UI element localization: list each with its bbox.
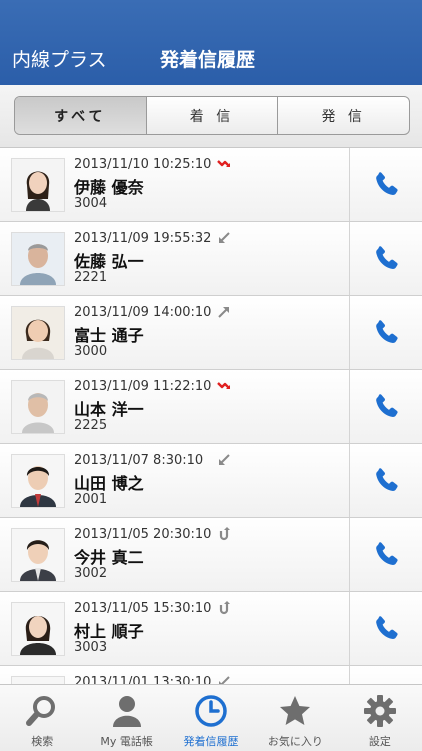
- call-direction-icon: [216, 156, 232, 172]
- tab-search[interactable]: 検索: [0, 685, 84, 751]
- avatar: [11, 158, 65, 212]
- call-direction-icon: [216, 304, 232, 320]
- search-icon: [24, 693, 60, 729]
- tab-label: 検索: [31, 735, 54, 748]
- call-history-row[interactable]: 2013/11/05 15:30:10 村上 順子 3003: [0, 592, 422, 666]
- call-history-row[interactable]: 2013/11/09 11:22:10 山本 洋一 2225: [0, 370, 422, 444]
- contact-name: 富士 通子: [74, 326, 144, 345]
- call-datetime: 2013/11/07 8:30:10: [74, 453, 204, 468]
- call-button[interactable]: [349, 666, 422, 684]
- tab-settings[interactable]: 設定: [338, 685, 422, 751]
- contacts-person-icon: [109, 693, 145, 729]
- call-button[interactable]: [349, 518, 422, 591]
- extension-number: 3000: [74, 344, 108, 359]
- call-history-row[interactable]: 2013/11/05 20:30:10 今井 真二 3002: [0, 518, 422, 592]
- call-history-row[interactable]: 2013/11/09 14:00:10 富士 通子 3000: [0, 296, 422, 370]
- contact-name: 今井 真二: [74, 548, 144, 567]
- avatar: [11, 380, 65, 434]
- avatar: [11, 232, 65, 286]
- contact-name: 山田 博之: [74, 474, 144, 493]
- segment-all[interactable]: すべて: [15, 97, 146, 134]
- call-button[interactable]: [349, 296, 422, 369]
- call-history-row[interactable]: 2013/11/07 8:30:10 山田 博之 2001: [0, 444, 422, 518]
- tab-label: 発着信履歴: [183, 735, 239, 748]
- call-history-row[interactable]: 2013/11/01 13:30:10: [0, 666, 422, 684]
- call-datetime: 2013/11/05 20:30:10: [74, 527, 212, 542]
- avatar: [11, 454, 65, 508]
- segment-incoming[interactable]: 着 信: [145, 97, 278, 134]
- tab-bar: 検索 My 電話帳 発着信履歴 お気に入り 設定: [0, 684, 422, 751]
- call-datetime: 2013/11/10 10:25:10: [74, 157, 212, 172]
- tab-my-phonebook[interactable]: My 電話帳: [84, 685, 168, 751]
- call-direction-icon: [216, 600, 232, 616]
- tab-label: 設定: [368, 735, 391, 748]
- call-button[interactable]: [349, 370, 422, 443]
- avatar: [11, 676, 65, 684]
- tab-favorites[interactable]: お気に入り: [253, 685, 337, 751]
- extension-number: 3004: [74, 196, 108, 211]
- header-bar: 内線プラス 発着信履歴: [0, 0, 422, 85]
- call-history-row[interactable]: 2013/11/10 10:25:10 伊藤 優奈 3004: [0, 148, 422, 222]
- extension-number: 2221: [74, 270, 108, 285]
- contact-name: 佐藤 弘一: [74, 252, 144, 271]
- call-direction-icon: [216, 230, 232, 246]
- avatar: [11, 306, 65, 360]
- avatar: [11, 602, 65, 656]
- contact-name: 伊藤 優奈: [74, 178, 144, 197]
- call-direction-icon: [216, 526, 232, 542]
- call-direction-icon: [216, 452, 232, 468]
- filter-segmented-control: すべて 着 信 発 信: [14, 96, 410, 135]
- call-direction-icon: [216, 378, 232, 394]
- tab-call-history[interactable]: 発着信履歴: [169, 685, 253, 751]
- call-button[interactable]: [349, 444, 422, 517]
- call-datetime: 2013/11/09 19:55:32: [74, 231, 212, 246]
- call-datetime: 2013/11/01 13:30:10: [74, 675, 212, 684]
- call-datetime: 2013/11/05 15:30:10: [74, 601, 212, 616]
- tab-label: お気に入り: [267, 735, 323, 748]
- tab-label: My 電話帳: [100, 735, 153, 748]
- call-direction-icon: [216, 674, 232, 684]
- call-history-row[interactable]: 2013/11/09 19:55:32 佐藤 弘一 2221: [0, 222, 422, 296]
- call-history-list: 2013/11/10 10:25:10 伊藤 優奈 3004 2013/11/0…: [0, 148, 422, 684]
- call-button[interactable]: [349, 592, 422, 665]
- star-icon: [277, 693, 313, 729]
- extension-number: 2001: [74, 492, 108, 507]
- segment-outgoing[interactable]: 発 信: [277, 97, 409, 134]
- extension-number: 3002: [74, 566, 108, 581]
- page-title: 発着信履歴: [160, 49, 256, 71]
- call-button[interactable]: [349, 222, 422, 295]
- extension-number: 3003: [74, 640, 108, 655]
- call-datetime: 2013/11/09 14:00:10: [74, 305, 212, 320]
- contact-name: 山本 洋一: [74, 400, 144, 419]
- app-title: 内線プラス: [12, 49, 107, 71]
- call-datetime: 2013/11/09 11:22:10: [74, 379, 212, 394]
- avatar: [11, 528, 65, 582]
- contact-name: 村上 順子: [74, 622, 144, 641]
- call-button[interactable]: [349, 148, 422, 221]
- gear-icon: [362, 693, 398, 729]
- extension-number: 2225: [74, 418, 108, 433]
- clock-icon: [193, 693, 229, 729]
- filter-bar: すべて 着 信 発 信: [0, 85, 422, 148]
